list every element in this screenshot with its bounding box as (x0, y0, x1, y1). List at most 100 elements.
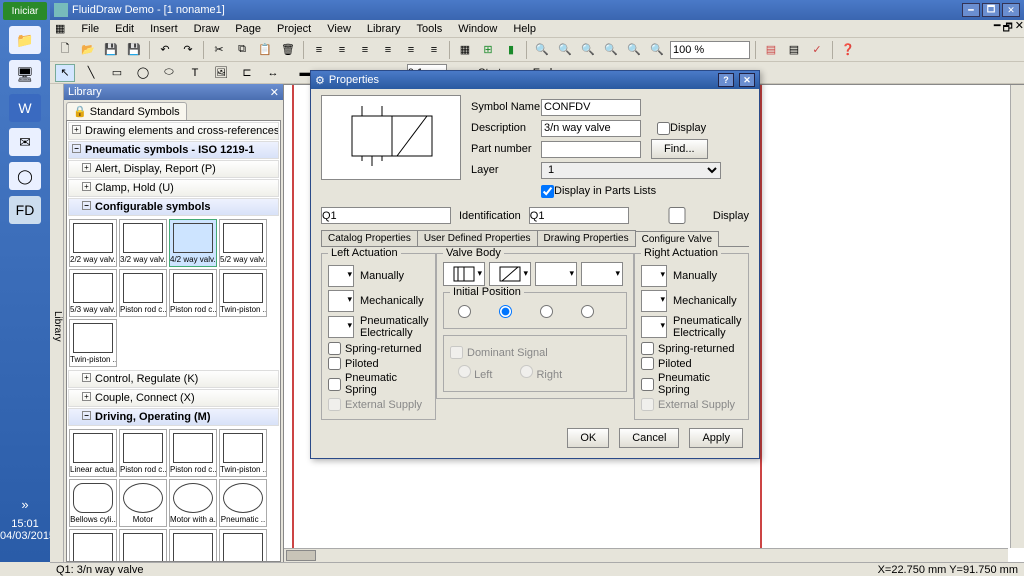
initpos-radio-3[interactable] (540, 305, 553, 318)
saveall-icon[interactable]: 💾 (124, 40, 144, 60)
layers2-icon[interactable]: ▤ (784, 40, 804, 60)
zoom-out-icon[interactable]: 🔍 (601, 40, 621, 60)
snap-icon[interactable]: ⊞ (478, 40, 498, 60)
tab-userdef[interactable]: User Defined Properties (417, 230, 538, 246)
taskbar-app-thunderbird-icon[interactable]: ✉ (9, 128, 41, 156)
sidepanel-library-tab[interactable]: Library (50, 84, 64, 562)
circle-tool-icon[interactable]: ◯ (133, 64, 153, 82)
tree-draw-elements[interactable]: +Drawing elements and cross-references (68, 122, 279, 140)
library-tab-standard[interactable]: 🔒 Standard Symbols (66, 102, 187, 120)
initpos-radio-4[interactable] (581, 305, 594, 318)
help-icon[interactable]: ❓ (838, 40, 858, 60)
display-desc-check[interactable] (657, 122, 670, 135)
open-icon[interactable]: 📂 (78, 40, 98, 60)
align-center-icon[interactable]: ≡ (332, 40, 352, 60)
tab-configure-valve[interactable]: Configure Valve (635, 231, 719, 247)
mdi-restore-button[interactable]: 🗗 (1002, 19, 1012, 38)
valve-pos1-select[interactable] (443, 262, 485, 286)
taskbar-app-word-icon[interactable]: W (9, 94, 41, 122)
zoom-window-icon[interactable]: 🔍 (555, 40, 575, 60)
copy-icon[interactable]: ⧉ (232, 40, 252, 60)
cancel-button[interactable]: Cancel (619, 428, 679, 448)
left-pneu-select[interactable] (328, 316, 354, 338)
zoom-prev-icon[interactable]: 🔍 (624, 40, 644, 60)
thumb-3-2-valve[interactable]: 3/2 way valv.. (119, 219, 167, 267)
tree-control[interactable]: +Control, Regulate (K) (68, 370, 279, 388)
thumb-motor-a[interactable]: Motor with a.. (169, 479, 217, 527)
tab-catalog[interactable]: Catalog Properties (321, 230, 418, 246)
mdi-close-button[interactable]: ✕ (1015, 19, 1024, 38)
dialog-close-button[interactable]: ✕ (739, 73, 755, 87)
thumb-linear[interactable]: Linear actua.. (69, 429, 117, 477)
cut-icon[interactable]: ✂ (209, 40, 229, 60)
ok-button[interactable]: OK (567, 428, 609, 448)
thumb-5-3-valve[interactable]: 5/3 way valv.. (69, 269, 117, 317)
apply-button[interactable]: Apply (689, 428, 743, 448)
tree-clamp[interactable]: +Clamp, Hold (U) (68, 179, 279, 197)
menu-file[interactable]: File (81, 23, 99, 35)
thumb-5-2-valve[interactable]: 5/2 way valv.. (219, 219, 267, 267)
redo-icon[interactable]: ↷ (178, 40, 198, 60)
menu-view[interactable]: View (327, 23, 351, 35)
mdi-minimize-button[interactable]: ━ (994, 19, 1001, 38)
taskbar-app-fluiddraw-icon[interactable]: FD (9, 196, 41, 224)
menu-library[interactable]: Library (367, 23, 401, 35)
maximize-button[interactable]: 🗖 (982, 3, 1000, 17)
menu-edit[interactable]: Edit (115, 23, 134, 35)
right-piloted-check[interactable] (641, 357, 654, 370)
thumb-twin3[interactable]: Twin-piston .. (219, 429, 267, 477)
tree-couple[interactable]: +Couple, Connect (X) (68, 389, 279, 407)
library-close-icon[interactable]: ✕ (270, 86, 279, 99)
align-top-icon[interactable]: ≡ (378, 40, 398, 60)
left-mech-select[interactable] (328, 290, 354, 312)
tree-configurable[interactable]: −Configurable symbols (68, 198, 279, 216)
zoom-input[interactable] (670, 41, 750, 59)
thumb-piston3[interactable]: Piston rod c.. (119, 429, 167, 477)
new-icon[interactable]: 🗋 (55, 40, 75, 60)
menu-page[interactable]: Page (235, 23, 261, 35)
thumb-twin2[interactable]: Twin-piston .. (69, 319, 117, 367)
thumb-piston1[interactable]: Piston rod c.. (119, 269, 167, 317)
thumb-piston4[interactable]: Piston rod c.. (169, 429, 217, 477)
right-spring-check[interactable] (641, 342, 654, 355)
line-tool-icon[interactable]: ╲ (81, 64, 101, 82)
right-pneu-select[interactable] (641, 316, 667, 338)
layer-select[interactable]: 1 (541, 162, 721, 179)
layers-icon[interactable]: ▤ (761, 40, 781, 60)
zoom-fit-icon[interactable]: 🔍 (532, 40, 552, 60)
align-left-icon[interactable]: ≡ (309, 40, 329, 60)
image-tool-icon[interactable]: 🖼 (211, 64, 231, 82)
taskbar-app-chrome-icon[interactable]: ◯ (9, 162, 41, 190)
check-icon[interactable]: ✓ (807, 40, 827, 60)
align-mid-icon[interactable]: ≡ (401, 40, 421, 60)
save-icon[interactable]: 💾 (101, 40, 121, 60)
align-bot-icon[interactable]: ≡ (424, 40, 444, 60)
tree-alert[interactable]: +Alert, Display, Report (P) (68, 160, 279, 178)
ident-input[interactable] (529, 207, 629, 224)
find-button[interactable]: Find... (651, 139, 708, 159)
part-input[interactable] (541, 141, 641, 158)
right-mech-select[interactable] (641, 290, 667, 312)
paste-icon[interactable]: 📋 (255, 40, 275, 60)
menu-insert[interactable]: Insert (150, 23, 178, 35)
initpos-radio-1[interactable] (458, 305, 471, 318)
tree-driving[interactable]: −Driving, Operating (M) (68, 408, 279, 426)
cursor-tool-icon[interactable]: ↖ (55, 64, 75, 82)
thumb-swivel[interactable]: Swivel/linea.. (219, 529, 267, 562)
valve-pos4-select[interactable] (581, 262, 623, 286)
description-input[interactable] (541, 120, 641, 137)
connector-tool-icon[interactable]: ⊏ (237, 64, 257, 82)
display-ident-check[interactable] (649, 207, 705, 224)
taskbar-app-explorer-icon[interactable]: 🖥 (9, 60, 41, 88)
dialog-help-button[interactable]: ? (718, 73, 734, 87)
zoom-100-icon[interactable]: 🔍 (647, 40, 667, 60)
tray-expand-icon[interactable]: » (0, 497, 50, 512)
left-pneuspring-check[interactable] (328, 378, 341, 391)
align-right-icon[interactable]: ≡ (355, 40, 375, 60)
taskbar-app-folder-icon[interactable]: 📁 (9, 26, 41, 54)
thumb-semi1[interactable]: Semi-rotary .. (119, 529, 167, 562)
menu-tools[interactable]: Tools (417, 23, 443, 35)
initpos-radio-2[interactable] (499, 305, 512, 318)
menu-draw[interactable]: Draw (194, 23, 220, 35)
thumb-twin1[interactable]: Twin-piston .. (219, 269, 267, 317)
